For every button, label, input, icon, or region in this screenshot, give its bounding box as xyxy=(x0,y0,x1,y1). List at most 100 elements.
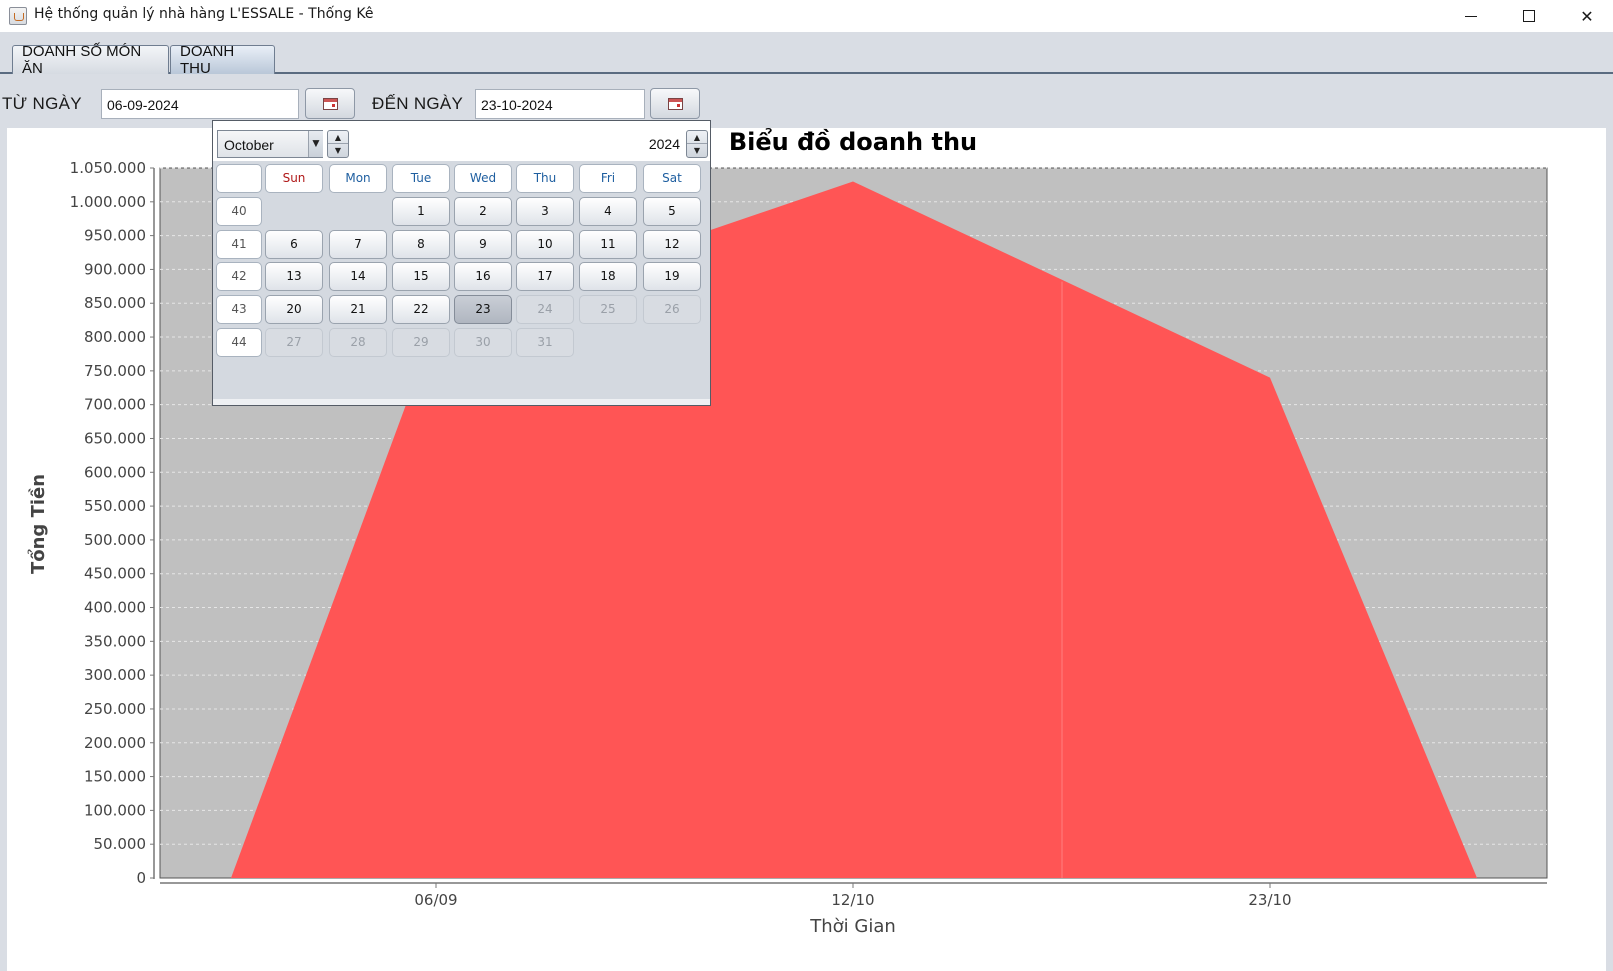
day-button: 26 xyxy=(643,295,701,324)
x-axis-label: Thời Gian xyxy=(809,916,896,937)
y-tick-label: 950.000 xyxy=(84,227,146,245)
day-button: 24 xyxy=(516,295,574,324)
date-picker-popup: October ▼ ▲ ▼ 2024 ▲ ▼ Sun Mon Tue Wed Thu Fr… xyxy=(212,120,711,406)
day-button[interactable]: 22 xyxy=(392,295,450,324)
day-button[interactable]: 10 xyxy=(516,230,574,259)
window-title: Hệ thống quản lý nhà hàng L'ESSALE - Thố… xyxy=(34,6,374,22)
month-select[interactable]: October ▼ xyxy=(217,130,323,158)
week-number: 41 xyxy=(216,230,262,259)
weekday-header-mon: Mon xyxy=(329,164,387,193)
tab-bar: DOANH SỐ MÓN ĂN DOANH THU xyxy=(0,32,1613,77)
day-button[interactable]: 16 xyxy=(454,262,512,291)
day-button[interactable]: 12 xyxy=(643,230,701,259)
y-axis-label: Tổng Tiền xyxy=(27,474,49,574)
calendar-icon xyxy=(322,97,338,110)
month-select-value: October xyxy=(224,137,274,153)
y-tick-label: 600.000 xyxy=(84,463,146,481)
week-number: 42 xyxy=(216,262,262,291)
day-button: 25 xyxy=(579,295,637,324)
from-date-field[interactable]: 06-09-2024 xyxy=(101,89,299,119)
y-tick-label: 800.000 xyxy=(84,328,146,346)
y-tick-label: 300.000 xyxy=(84,666,146,684)
to-date-calendar-button[interactable] xyxy=(650,88,700,119)
year-spinner[interactable]: ▲ ▼ xyxy=(686,130,708,158)
year-field[interactable]: 2024 xyxy=(353,130,686,158)
x-tick-label: 23/10 xyxy=(1248,891,1291,909)
weekday-header-thu: Thu xyxy=(516,164,574,193)
weekday-header-sat: Sat xyxy=(643,164,701,193)
y-tick-label: 0 xyxy=(136,869,146,887)
spinner-down-icon[interactable]: ▼ xyxy=(328,144,348,157)
y-tick-label: 450.000 xyxy=(84,565,146,583)
week-number-header xyxy=(216,164,262,193)
x-tick-label: 12/10 xyxy=(831,891,874,909)
day-button[interactable]: 5 xyxy=(643,197,701,226)
day-button: 28 xyxy=(329,328,387,357)
tab-doanh-so-mon-an[interactable]: DOANH SỐ MÓN ĂN xyxy=(12,43,169,77)
maximize-button[interactable] xyxy=(1500,0,1558,32)
y-tick-label: 250.000 xyxy=(84,700,146,718)
y-tick-label: 700.000 xyxy=(84,396,146,414)
day-button[interactable]: 17 xyxy=(516,262,574,291)
close-button[interactable]: ✕ xyxy=(1558,0,1613,32)
day-button[interactable]: 21 xyxy=(329,295,387,324)
minimize-icon xyxy=(1465,15,1477,17)
spinner-up-icon[interactable]: ▲ xyxy=(687,131,707,144)
y-tick-label: 400.000 xyxy=(84,599,146,617)
java-app-icon xyxy=(9,7,27,25)
day-button[interactable]: 23 xyxy=(454,295,512,324)
day-button[interactable]: 6 xyxy=(265,230,323,259)
date-picker-footer xyxy=(213,399,710,405)
y-tick-label: 50.000 xyxy=(94,835,147,853)
y-tick-label: 100.000 xyxy=(84,801,146,819)
y-tick-label: 550.000 xyxy=(84,497,146,515)
y-tick-label: 200.000 xyxy=(84,734,146,752)
x-tick-label: 06/09 xyxy=(414,891,457,909)
day-button[interactable]: 9 xyxy=(454,230,512,259)
y-tick-label: 1.000.000 xyxy=(70,193,146,211)
y-tick-label: 350.000 xyxy=(84,632,146,650)
day-button: 31 xyxy=(516,328,574,357)
weekday-header-wed: Wed xyxy=(454,164,512,193)
day-button[interactable]: 14 xyxy=(329,262,387,291)
weekday-header-tue: Tue xyxy=(392,164,450,193)
y-tick-label: 1.050.000 xyxy=(70,159,146,177)
y-tick-label: 150.000 xyxy=(84,768,146,786)
week-number: 40 xyxy=(216,197,262,226)
y-tick-label: 650.000 xyxy=(84,429,146,447)
maximize-icon xyxy=(1523,10,1535,22)
day-button[interactable]: 8 xyxy=(392,230,450,259)
app-window: Hệ thống quản lý nhà hàng L'ESSALE - Thố… xyxy=(0,0,1613,971)
day-button[interactable]: 7 xyxy=(329,230,387,259)
chart-title: Biểu đồ doanh thu xyxy=(729,128,977,156)
weekday-header-fri: Fri xyxy=(579,164,637,193)
tab-doanh-thu[interactable]: DOANH THU xyxy=(170,43,275,77)
day-button[interactable]: 13 xyxy=(265,262,323,291)
chevron-down-icon[interactable]: ▼ xyxy=(308,131,323,157)
day-button: 27 xyxy=(265,328,323,357)
day-button[interactable]: 15 xyxy=(392,262,450,291)
day-button[interactable]: 19 xyxy=(643,262,701,291)
spinner-down-icon[interactable]: ▼ xyxy=(687,144,707,157)
month-spinner[interactable]: ▲ ▼ xyxy=(327,130,349,158)
day-button[interactable]: 1 xyxy=(392,197,450,226)
day-button[interactable]: 4 xyxy=(579,197,637,226)
day-button: 30 xyxy=(454,328,512,357)
to-date-field[interactable]: 23-10-2024 xyxy=(475,89,645,119)
to-date-label: ĐẾN NGÀY xyxy=(372,94,464,113)
day-button[interactable]: 20 xyxy=(265,295,323,324)
day-button[interactable]: 18 xyxy=(579,262,637,291)
from-date-calendar-button[interactable] xyxy=(305,88,355,119)
day-button[interactable]: 3 xyxy=(516,197,574,226)
week-number: 43 xyxy=(216,295,262,324)
y-tick-label: 500.000 xyxy=(84,531,146,549)
date-picker-header: October ▼ ▲ ▼ 2024 ▲ ▼ xyxy=(213,121,710,161)
minimize-button[interactable] xyxy=(1442,0,1500,32)
from-date-label: TỪ NGÀY xyxy=(2,94,82,113)
close-icon: ✕ xyxy=(1580,6,1594,26)
y-tick-label: 900.000 xyxy=(84,260,146,278)
spinner-up-icon[interactable]: ▲ xyxy=(328,131,348,144)
day-button[interactable]: 2 xyxy=(454,197,512,226)
day-button[interactable]: 11 xyxy=(579,230,637,259)
day-grid: Sun Mon Tue Wed Thu Fri Sat 40 1 2 3 4 5 41 6 7 8 9 10 11 12… xyxy=(213,161,710,389)
